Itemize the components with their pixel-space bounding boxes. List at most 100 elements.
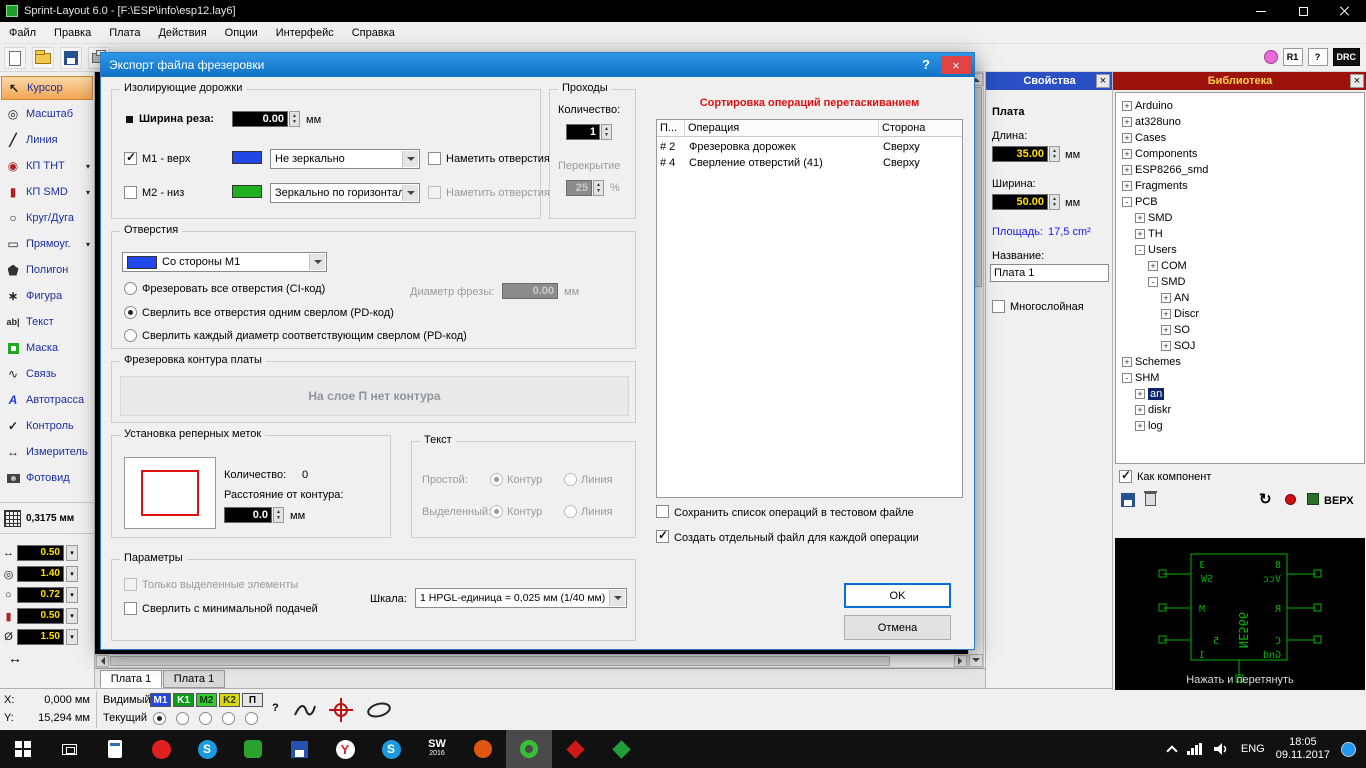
tree-item[interactable]: - SMD <box>1116 275 1364 290</box>
board-side-icon[interactable] <box>1307 493 1319 505</box>
tool-zoom[interactable]: Масштаб <box>1 102 93 126</box>
tab-board-1[interactable]: Плата 1 <box>100 670 162 688</box>
layer-k1-toggle[interactable]: K1 <box>173 693 194 707</box>
horizontal-scroll-thumb[interactable] <box>110 656 890 666</box>
scroll-right-button[interactable] <box>954 655 967 667</box>
dialog-titlebar[interactable]: Экспорт файла фрезеровки <box>101 53 974 77</box>
taskbar-app-yandex[interactable]: Y <box>322 730 368 768</box>
taskbar-app-sprint-layout[interactable] <box>506 730 552 768</box>
tree-collapse-icon[interactable]: - <box>1122 373 1132 383</box>
drc-button[interactable]: DRC <box>1332 48 1360 66</box>
taskbar-app-skype[interactable]: S <box>184 730 230 768</box>
tree-item[interactable]: + Discr <box>1116 307 1364 322</box>
tree-expand-icon[interactable]: + <box>1148 261 1158 271</box>
tree-item[interactable]: + COM <box>1116 259 1364 274</box>
m2-mirror-select[interactable]: Зеркально по горизонтали <box>270 183 420 203</box>
holes-side-select[interactable]: Со стороны M1 <box>122 252 327 272</box>
properties-close-button[interactable] <box>1096 74 1110 88</box>
tool-shape[interactable]: Фигура <box>1 284 93 308</box>
tree-collapse-icon[interactable]: - <box>1148 277 1158 287</box>
toolbar-help-button[interactable]: ? <box>1307 48 1328 66</box>
tray-expand-icon[interactable] <box>1166 744 1178 757</box>
drill-single-radio[interactable] <box>124 306 137 319</box>
menu-actions[interactable]: Действия <box>149 24 215 42</box>
tray-clock[interactable]: 18:05 09.11.2017 <box>1276 736 1330 762</box>
scroll-left-button[interactable] <box>96 655 109 667</box>
layer-p-toggle[interactable]: П <box>242 693 263 707</box>
taskbar-app-red[interactable] <box>460 730 506 768</box>
fiducial-distance-spinner[interactable] <box>273 507 284 523</box>
separate-files-checkbox[interactable] <box>656 528 669 543</box>
chevron-down-icon[interactable] <box>86 240 90 249</box>
menu-help[interactable]: Справка <box>343 24 404 42</box>
min-feed-checkbox[interactable] <box>124 602 137 615</box>
r1-button[interactable]: R1 <box>1282 48 1303 66</box>
open-file-button[interactable] <box>32 47 54 69</box>
taskbar-app-calculator[interactable] <box>92 730 138 768</box>
horizontal-scrollbar[interactable] <box>95 654 968 668</box>
solder-mask-toggle-icon[interactable] <box>1263 50 1278 64</box>
tree-item[interactable]: + Components <box>1116 147 1364 162</box>
language-indicator[interactable]: ENG <box>1241 743 1265 755</box>
tree-expand-icon[interactable]: + <box>1135 421 1145 431</box>
tree-expand-icon[interactable]: + <box>1161 293 1171 303</box>
grid-setting-button[interactable]: 0,3175 мм <box>0 502 95 534</box>
tree-item-selected[interactable]: + an <box>1116 387 1364 402</box>
operation-row-name[interactable]: Фрезеровка дорожек <box>689 141 796 153</box>
library-refresh-button[interactable] <box>1259 490 1272 508</box>
width-field[interactable]: 50.00 <box>992 194 1048 210</box>
swap-values-button[interactable] <box>0 650 95 666</box>
tree-expand-icon[interactable]: + <box>1161 325 1171 335</box>
taskbar-app-browser[interactable] <box>138 730 184 768</box>
m2-color-swatch[interactable] <box>232 185 262 198</box>
tree-item[interactable]: + at328uno <box>1116 115 1364 130</box>
speaker-icon[interactable] <box>1213 742 1230 756</box>
tool-polygon[interactable]: Полигон <box>1 258 93 282</box>
column-header-operation[interactable]: Операция <box>685 120 879 137</box>
tool-pad-smd[interactable]: КП SMD <box>1 180 93 204</box>
tree-item[interactable]: - PCB <box>1116 195 1364 210</box>
track-width-field[interactable]: 0.50 <box>17 545 64 561</box>
taskbar-app-save[interactable] <box>276 730 322 768</box>
tool-circle[interactable]: Круг/Дуга <box>1 206 93 230</box>
tree-expand-icon[interactable]: + <box>1122 165 1132 175</box>
operation-row-side[interactable]: Сверху <box>883 141 920 153</box>
chevron-down-icon[interactable] <box>66 545 78 561</box>
tool-autoroute[interactable]: Автотрасса <box>1 388 93 412</box>
tree-item[interactable]: + ESP8266_smd <box>1116 163 1364 178</box>
scroll-down-button[interactable] <box>969 654 983 667</box>
tool-connection[interactable]: Связь <box>1 362 93 386</box>
passes-count-spinner[interactable] <box>601 124 612 140</box>
tree-expand-icon[interactable]: + <box>1135 229 1145 239</box>
tree-expand-icon[interactable]: + <box>1135 405 1145 415</box>
component-preview[interactable]: 8 3 Vcc SW R М C 5 Gnd 1 NE566 Нажать и … <box>1115 538 1365 690</box>
smd-height-field[interactable]: 1.50 <box>17 629 64 645</box>
save-button[interactable] <box>60 47 82 69</box>
cancel-button[interactable]: Отмена <box>844 615 951 640</box>
taskbar-app-green[interactable] <box>230 730 276 768</box>
action-center-icon[interactable] <box>1341 741 1356 757</box>
simple-contour-radio[interactable] <box>490 473 503 486</box>
length-spinner[interactable] <box>1049 146 1060 162</box>
tree-item[interactable]: + AN <box>1116 291 1364 306</box>
tool-test[interactable]: Контроль <box>1 414 93 438</box>
width-spinner[interactable] <box>1049 194 1060 210</box>
tool-mask[interactable]: Маска <box>1 336 93 360</box>
curve-mode-button[interactable] <box>290 695 320 725</box>
chevron-down-icon[interactable] <box>86 188 90 197</box>
tree-item[interactable]: + SMD <box>1116 211 1364 226</box>
tree-item[interactable]: + Cases <box>1116 131 1364 146</box>
only-selected-checkbox[interactable] <box>124 578 137 591</box>
column-header-side[interactable]: Сторона <box>879 120 962 137</box>
library-close-button[interactable] <box>1350 74 1364 88</box>
task-view-button[interactable] <box>46 730 92 768</box>
current-layer-radio[interactable] <box>222 712 235 725</box>
tree-item[interactable]: + Fragments <box>1116 179 1364 194</box>
overlap-field[interactable]: 25 <box>566 180 592 196</box>
maximize-button[interactable] <box>1282 0 1324 22</box>
tree-expand-icon[interactable]: + <box>1122 101 1132 111</box>
current-layer-radio[interactable] <box>176 712 189 725</box>
tree-item[interactable]: + TH <box>1116 227 1364 242</box>
menu-interface[interactable]: Интерфейс <box>267 24 343 42</box>
minimize-button[interactable] <box>1240 0 1282 22</box>
